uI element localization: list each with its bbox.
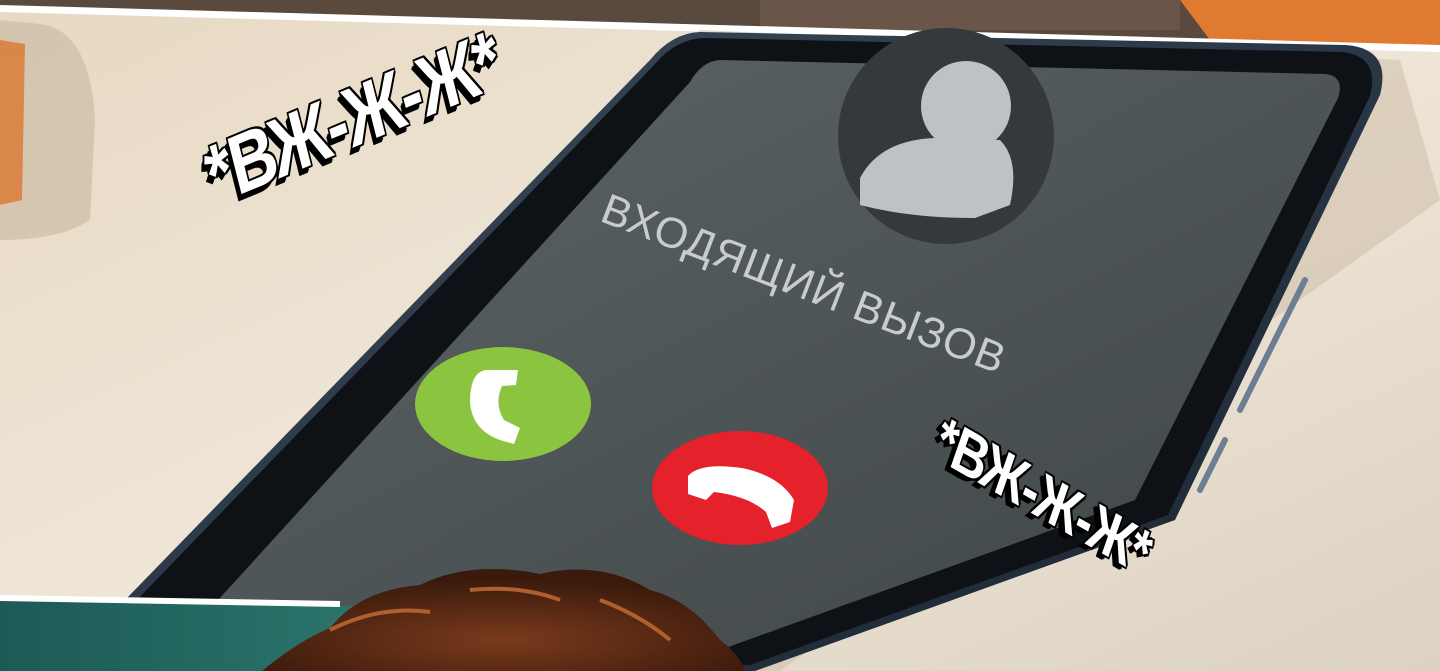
person-silhouette-icon <box>921 61 1011 151</box>
decline-call-button[interactable] <box>652 431 828 545</box>
accept-call-button[interactable] <box>415 347 591 461</box>
comic-page <box>0 0 1440 671</box>
caller-avatar <box>838 28 1054 244</box>
